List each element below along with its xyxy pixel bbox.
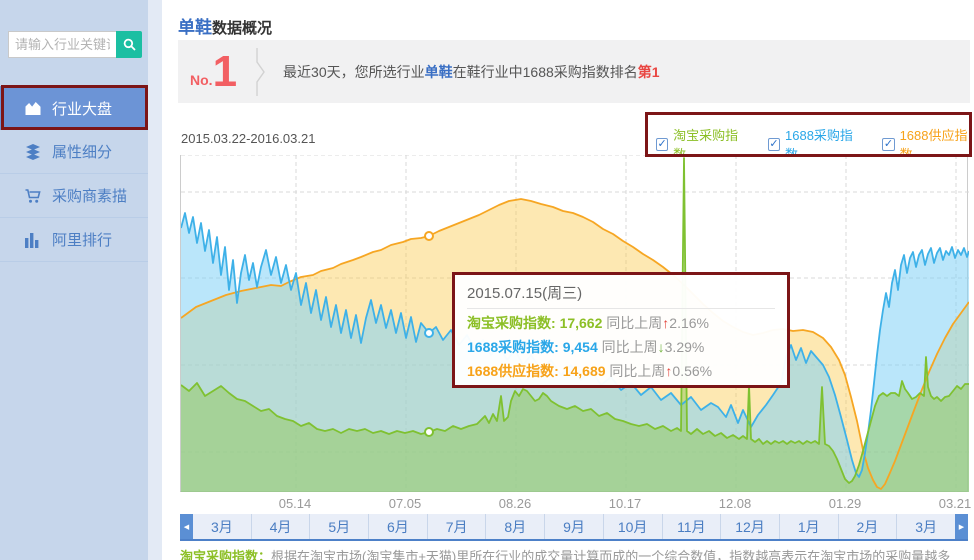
month-tab-10[interactable]: 1月 [780,514,839,539]
tooltip-percent: 0.56% [672,363,712,379]
footnote: 淘宝采购指数：根据在淘宝市场(淘宝集市+天猫)里所在行业的成交量计算而成的一个综… [180,546,972,560]
hover-point-marker [425,329,433,337]
x-axis-labels: 05.1407.0508.2610.1712.0801.2903.21 [180,496,968,512]
title-rest: 数据概况 [212,20,272,37]
tooltip-row-2: 1688供应指数: 14,689 同比上周↑0.56% [467,361,775,381]
month-tabs: 3月4月5月6月7月8月9月10月11月12月1月2月3月 [193,514,955,539]
cart-icon [24,188,42,204]
tooltip-compare-text: 同比上周 [602,339,658,355]
sidebar-item-label: 采购商素描 [52,185,127,206]
search-icon [123,38,136,51]
tooltip-compare-text: 同比上周 [609,363,665,379]
rank-banner-text: 最近30天，您所选行业单鞋在鞋行业中1688采购指数排名第1 [283,62,660,82]
footnote-label: 淘宝采购指数： [180,549,271,560]
month-tab-9[interactable]: 12月 [721,514,780,539]
date-range-label: 2015.03.22-2016.03.21 [181,131,315,146]
tooltip-row-0: 淘宝采购指数: 17,662 同比上周↑2.16% [467,313,775,333]
x-tick-label: 07.05 [383,496,427,511]
tooltip-series-label: 1688采购指数: [467,339,559,355]
legend-checkbox[interactable]: ✓ [768,138,780,151]
tooltip-series-label: 淘宝采购指数: [467,315,556,331]
industry-search [8,31,142,58]
legend-checkbox[interactable]: ✓ [656,138,668,151]
sidebar-item-1[interactable]: 属性细分 [0,130,148,174]
month-tab-0[interactable]: 3月 [193,514,252,539]
app-root: 行业大盘属性细分采购商素描阿里排行 单鞋数据概况 No. 1 最近30天，您所选… [0,0,974,560]
banner-keyword: 单鞋 [425,64,453,80]
month-tab-2[interactable]: 5月 [310,514,369,539]
legend-checkbox[interactable]: ✓ [882,138,894,151]
month-tab-5[interactable]: 8月 [486,514,545,539]
month-tab-1[interactable]: 4月 [252,514,311,539]
rank-no-prefix: No. [190,72,213,88]
chart-tooltip: 2015.07.15(周三) 淘宝采购指数: 17,662 同比上周↑2.16%… [452,272,790,388]
tooltip-series-label: 1688供应指数: [467,363,559,379]
sidebar-item-label: 属性细分 [52,141,112,162]
x-tick-label: 01.29 [823,496,867,511]
sidebar-item-0[interactable]: 行业大盘 [0,86,148,130]
month-nav-prev-button[interactable]: ◀ [180,514,193,539]
month-tab-7[interactable]: 10月 [604,514,663,539]
rank-banner: No. 1 最近30天，您所选行业单鞋在鞋行业中1688采购指数排名第1 [178,40,970,103]
sidebar-divider [148,0,162,560]
tooltip-percent: 3.29% [665,339,705,355]
month-tab-6[interactable]: 9月 [545,514,604,539]
tooltip-compare-text: 同比上周 [606,315,662,331]
sidebar-item-label: 行业大盘 [52,98,112,119]
tooltip-rows: 淘宝采购指数: 17,662 同比上周↑2.16% 1688采购指数: 9,454… [467,313,775,381]
tooltip-date: 2015.07.15(周三) [467,282,775,309]
sidebar-item-label: 阿里排行 [52,229,112,250]
down-arrow-icon: ↓ [658,339,665,355]
hover-point-marker [425,428,433,436]
banner-rank-text: 第1 [638,64,660,80]
sidebar: 行业大盘属性细分采购商素描阿里排行 [0,0,148,560]
banner-text-before: 最近30天，您所选行业 [283,64,425,80]
sidebar-item-3[interactable]: 阿里排行 [0,218,148,262]
tooltip-percent: 2.16% [669,315,709,331]
tooltip-row-1: 1688采购指数: 9,454 同比上周↓3.29% [467,337,775,357]
month-tab-11[interactable]: 2月 [839,514,898,539]
sidebar-menu: 行业大盘属性细分采购商素描阿里排行 [0,86,148,262]
x-tick-label: 05.14 [273,496,317,511]
bar-chart-icon [24,232,42,248]
area-chart-icon [24,100,42,116]
month-tab-12[interactable]: 3月 [897,514,955,539]
footnote-text: 根据在淘宝市场(淘宝集市+天猫)里所在行业的成交量计算而成的一个综合数值，指数越… [271,549,950,560]
x-tick-label: 12.08 [713,496,757,511]
month-tab-8[interactable]: 11月 [663,514,722,539]
month-tab-3[interactable]: 6月 [369,514,428,539]
x-tick-label: 10.17 [603,496,647,511]
x-tick-label: 03.21 [933,496,974,511]
sidebar-item-2[interactable]: 采购商素描 [0,174,148,218]
rank-number: 1 [213,50,237,94]
layers-icon [24,144,42,160]
x-tick-label: 08.26 [493,496,537,511]
month-tab-4[interactable]: 7月 [428,514,487,539]
hover-point-marker [425,232,433,240]
month-nav: ◀ 3月4月5月6月7月8月9月10月11月12月1月2月3月 ▶ [180,514,968,541]
tooltip-value: 9,454 [563,339,598,355]
month-nav-next-button[interactable]: ▶ [955,514,968,539]
banner-text-middle: 在鞋行业中1688采购指数排名 [453,64,638,80]
search-button[interactable] [116,31,142,58]
title-keyword: 单鞋 [178,18,212,37]
banner-divider-chevron [255,48,267,96]
tooltip-value: 17,662 [560,315,603,331]
search-input[interactable] [8,31,116,58]
page-title: 单鞋数据概况 [178,4,272,41]
tooltip-value: 14,689 [563,363,606,379]
